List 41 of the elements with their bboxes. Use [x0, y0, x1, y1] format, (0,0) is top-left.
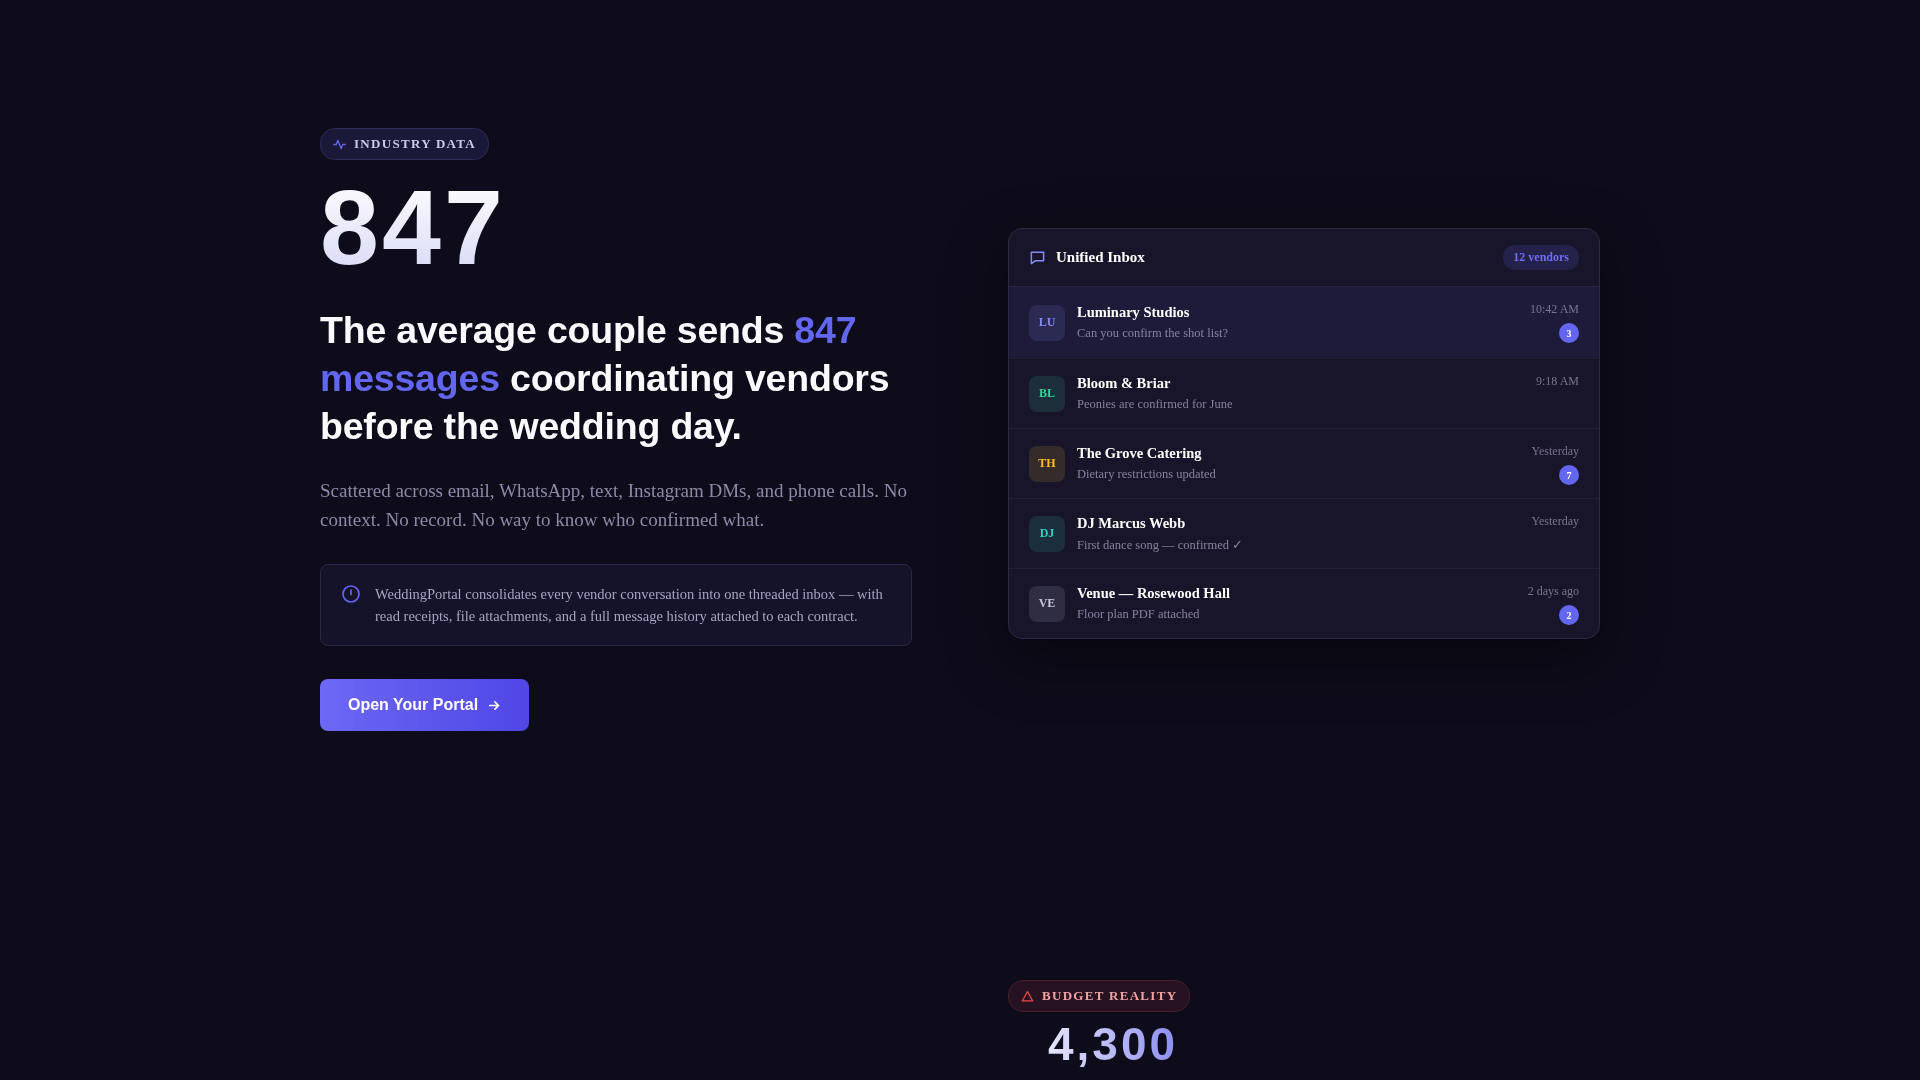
message-time: 10:42 AM [1530, 302, 1579, 317]
thread-row[interactable]: DJ DJ Marcus Webb First dance song — confirmed ✓ Yesterday [1009, 499, 1599, 569]
message-time: Yesterday [1531, 444, 1579, 459]
vendor-name: Bloom & Briar [1077, 375, 1172, 392]
message-preview: Can you confirm the shot list? [1077, 326, 1230, 341]
open-portal-button[interactable]: Open Your Portal [320, 679, 530, 731]
info-icon [341, 584, 361, 604]
chat-bubble-icon [1029, 249, 1046, 266]
badge-label: INDUSTRY DATA [354, 136, 477, 152]
vendor-name: Venue — Rosewood Hall [1077, 585, 1231, 602]
message-preview: Peonies are confirmed for June [1077, 397, 1234, 412]
inbox-title: Unified Inbox [1056, 249, 1146, 266]
callout-text: WeddingPortal consolidates every vendor conversation into one threaded inbox — with read receipts, file attachments, and a full message history attached to each contract. [375, 585, 884, 626]
unread-count: 2 [1559, 605, 1579, 625]
vendor-avatar: DJ [1029, 515, 1065, 552]
body-text: Scattered across email, WhatsApp, text, Instagram DMs, and phone calls. No context. No record. No way to know who confirmed what. [320, 479, 908, 532]
unread-count: 3 [1559, 323, 1579, 343]
arrow-icon [488, 698, 502, 712]
badge-label: BUDGET REALITY [1042, 988, 1178, 1004]
vendor-count-badge: 12 vendors [1503, 245, 1579, 270]
vendor-avatar: VE [1029, 585, 1065, 622]
vendor-avatar: TH [1029, 445, 1065, 482]
thread-row[interactable]: VE Venue — Rosewood Hall Floor plan PDF attached 2 days ago 2 [1009, 569, 1599, 638]
message-preview: Floor plan PDF attached [1077, 607, 1201, 622]
thread-row[interactable]: BL Bloom & Briar Peonies are confirmed for June 9:18 AM [1009, 359, 1599, 429]
thread-row[interactable]: TH The Grove Catering Dietary restrictions updated Yesterday 7 [1009, 429, 1599, 499]
message-time: Yesterday [1531, 514, 1579, 529]
vendor-name: The Grove Catering [1077, 445, 1203, 462]
pulse-icon [333, 137, 346, 151]
message-preview: First dance song — confirmed ✓ [1077, 536, 1245, 553]
vendor-name: Luminary Studios [1077, 304, 1191, 321]
thread-row[interactable]: LU Luminary Studios Can you confirm the shot list? 10:42 AM 3 [1009, 287, 1599, 359]
headline: The average couple sends 847 messages coordinating vendors before the wedding day. [320, 308, 891, 449]
vendor-avatar: BL [1029, 375, 1065, 412]
message-preview: Dietary restrictions updated [1077, 467, 1217, 482]
message-time: 2 days ago [1527, 584, 1579, 599]
vendor-name: DJ Marcus Webb [1077, 514, 1187, 532]
warning-icon [1021, 989, 1034, 1003]
unread-count: 7 [1559, 465, 1579, 485]
vendor-avatar: LU [1029, 304, 1065, 341]
message-time: 9:18 AM [1536, 374, 1579, 389]
